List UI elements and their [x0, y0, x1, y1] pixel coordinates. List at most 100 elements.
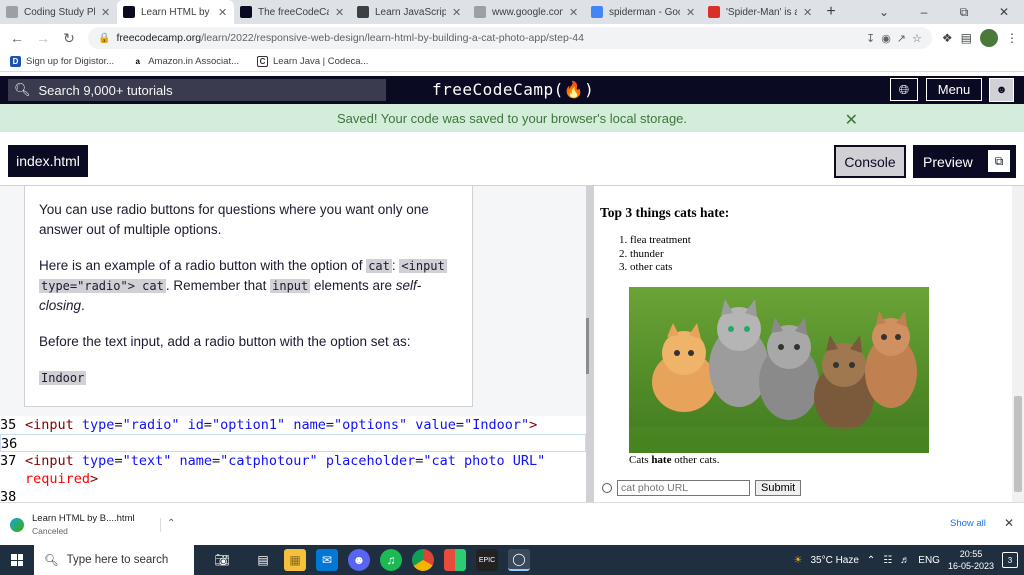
- epic-games-icon[interactable]: EPIC: [476, 549, 498, 571]
- user-avatar-icon[interactable]: ☻: [989, 78, 1014, 102]
- browser-tab[interactable]: www.google.com ✕: [468, 0, 585, 24]
- app-grid-icon[interactable]: [444, 549, 466, 571]
- extensions-icon[interactable]: ❖: [942, 31, 953, 45]
- code-line[interactable]: 35 <input type="radio" id="option1" name…: [0, 416, 586, 434]
- search-icon: 🔍︎: [14, 82, 31, 97]
- file-tab-index[interactable]: index.html: [8, 145, 88, 177]
- tab-close-icon[interactable]: ✕: [569, 6, 579, 19]
- notification-icon[interactable]: 3: [1002, 552, 1018, 568]
- new-tab-icon[interactable]: +: [819, 0, 843, 24]
- search-input[interactable]: Search 9,000+ tutorials: [39, 83, 173, 98]
- scrollbar-thumb[interactable]: [1014, 396, 1022, 492]
- splitter-grip[interactable]: [586, 318, 589, 374]
- reload-icon[interactable]: ↻: [58, 27, 80, 49]
- tray-chevron-icon[interactable]: ⌃: [867, 555, 875, 566]
- share-icon[interactable]: ↗: [897, 32, 906, 45]
- tab-close-icon[interactable]: ✕: [686, 6, 696, 19]
- list-item: thunder: [630, 248, 691, 262]
- bookmark-star-icon[interactable]: ☆: [912, 32, 922, 45]
- editor-tabs-row: index.html Console Preview ⧉: [0, 132, 1024, 186]
- browser-tab[interactable]: Coding Study Pla ✕: [0, 0, 117, 24]
- instruction-p3: Before the text input, add a radio butto…: [39, 334, 411, 349]
- start-button[interactable]: [0, 545, 34, 575]
- line-number: 36: [1, 436, 18, 452]
- code-editor[interactable]: 35 <input type="radio" id="option1" name…: [0, 416, 586, 502]
- bookmark-digistor[interactable]: D Sign up for Digistor...: [10, 56, 114, 67]
- network-icon[interactable]: ☷: [883, 555, 892, 566]
- bookmark-amazon[interactable]: a Amazon.in Associat...: [132, 56, 239, 67]
- taskbar-search[interactable]: 🔍︎ Type here to search: [34, 545, 194, 575]
- tab-close-icon[interactable]: ✕: [452, 6, 462, 19]
- side-panel-icon[interactable]: ▤: [961, 31, 972, 45]
- show-all-link[interactable]: Show all: [950, 518, 986, 529]
- clock[interactable]: 20:55 16-05-2023: [948, 548, 994, 572]
- preview-scrollbar[interactable]: [1012, 186, 1024, 502]
- digistor-icon: D: [10, 56, 21, 67]
- tab-close-icon[interactable]: ✕: [803, 6, 813, 19]
- task-view-icon[interactable]: ▤: [252, 549, 274, 571]
- chrome-active-icon[interactable]: ◯: [508, 549, 530, 571]
- code-line[interactable]: 37 <input type="text" name="catphotour" …: [0, 452, 586, 470]
- submit-button[interactable]: Submit: [755, 480, 802, 496]
- close-window-icon[interactable]: ✕: [984, 0, 1024, 24]
- cat-photo-url-input[interactable]: cat photo URL: [617, 480, 750, 496]
- globe-icon[interactable]: 🌐︎: [890, 78, 918, 101]
- menu-button[interactable]: Menu: [926, 78, 982, 101]
- eye-off-icon[interactable]: ◉: [881, 32, 891, 45]
- chrome-icon[interactable]: [412, 549, 434, 571]
- kittens-image: [629, 287, 929, 453]
- fcc-search-bar[interactable]: 🔍︎ Search 9,000+ tutorials: [8, 79, 386, 101]
- close-icon[interactable]: ✕: [1004, 516, 1014, 530]
- pane-splitter[interactable]: [586, 186, 594, 502]
- minimize-icon[interactable]: –: [904, 0, 944, 24]
- browser-tab[interactable]: Learn HTML by B ✕: [117, 0, 234, 24]
- profile-avatar[interactable]: [980, 29, 998, 47]
- fcc-logo[interactable]: freeCodeCamp(🔥): [432, 80, 594, 99]
- code-line-active[interactable]: 36: [0, 434, 586, 452]
- discord-icon[interactable]: ☻: [348, 549, 370, 571]
- tab-title: www.google.com: [492, 6, 563, 18]
- browser-tab[interactable]: The freeCodeCam ✕: [234, 0, 351, 24]
- tab-close-icon[interactable]: ✕: [335, 6, 345, 19]
- tab-search-icon[interactable]: ⌄: [864, 0, 904, 24]
- preview-button[interactable]: Preview ⧉: [913, 145, 1016, 178]
- tab-close-icon[interactable]: ✕: [101, 6, 111, 19]
- mail-icon[interactable]: ✉: [316, 549, 338, 571]
- install-icon[interactable]: ↧: [866, 32, 875, 45]
- volume-icon[interactable]: ♬: [900, 555, 910, 566]
- console-button[interactable]: Console: [834, 145, 906, 178]
- radio-button[interactable]: [602, 483, 612, 493]
- fcc-navbar: 🔍︎ Search 9,000+ tutorials freeCodeCamp(…: [0, 76, 1024, 104]
- code-line[interactable]: 38: [0, 488, 586, 502]
- browser-tab[interactable]: Learn JavaScript ✕: [351, 0, 468, 24]
- file-explorer-icon[interactable]: ▦: [284, 549, 306, 571]
- download-item[interactable]: Learn HTML by B....html Canceled ⌃: [10, 510, 178, 540]
- line-number: 37: [0, 453, 17, 469]
- address-bar[interactable]: 🔒 freecodecamp.org/learn/2022/responsive…: [88, 27, 932, 49]
- tab-title: Learn JavaScript: [375, 6, 446, 18]
- code-line-wrapped[interactable]: required>: [0, 470, 586, 488]
- more-menu-icon[interactable]: ⋮: [1006, 31, 1018, 45]
- taskbar-search-input[interactable]: Type here to search: [67, 554, 169, 566]
- tab-close-icon[interactable]: ✕: [218, 6, 228, 19]
- download-bar: Learn HTML by B....html Canceled ⌃ Show …: [0, 502, 1024, 545]
- forward-arrow-icon[interactable]: →: [32, 27, 54, 49]
- edge-file-icon: [10, 518, 24, 532]
- popout-icon[interactable]: ⧉: [988, 150, 1010, 172]
- list-item: other cats: [630, 261, 691, 275]
- restore-icon[interactable]: ⧉: [944, 0, 984, 24]
- system-tray: ☀ 35°C Haze ⌃ ☷ ♬ ENG 20:55 16-05-2023 3: [793, 545, 1024, 575]
- spotify-icon[interactable]: ♫: [380, 549, 402, 571]
- back-arrow-icon[interactable]: ←: [6, 27, 28, 49]
- browser-tab[interactable]: spiderman - Goo ✕: [585, 0, 702, 24]
- preview-list: flea treatment thunder other cats: [618, 234, 691, 275]
- tab-favicon-icon: [708, 6, 720, 18]
- weather-text[interactable]: 35°C Haze: [810, 555, 858, 566]
- lang-indicator[interactable]: ENG: [918, 555, 940, 566]
- browser-tab[interactable]: 'Spider-Man' is a ✕: [702, 0, 819, 24]
- camera-app-icon[interactable]: 📷︎: [202, 549, 242, 571]
- chevron-up-icon[interactable]: ⌃: [160, 518, 175, 532]
- weather-icon: ☀: [793, 554, 803, 566]
- close-icon[interactable]: ✕: [845, 110, 858, 130]
- bookmark-codecademy[interactable]: C Learn Java | Codeca...: [257, 56, 368, 67]
